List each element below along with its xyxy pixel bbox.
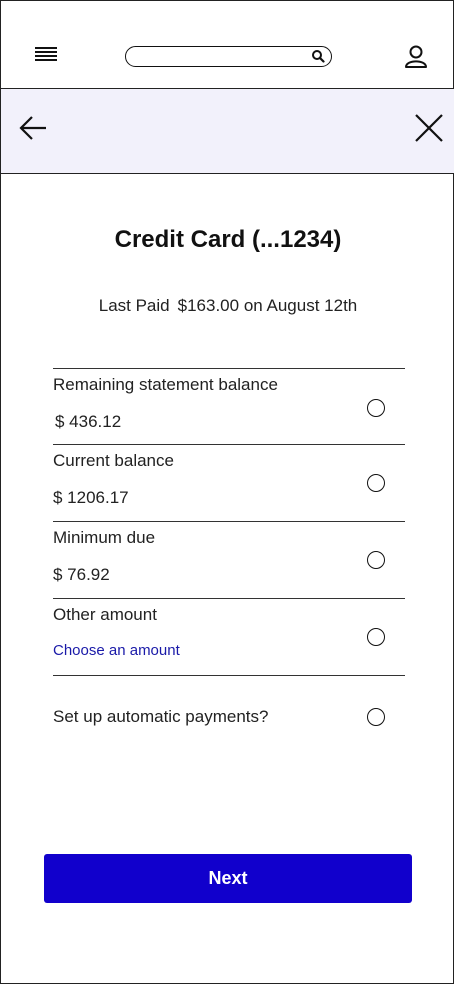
option-value: $ 1206.17	[53, 488, 129, 507]
option-value: $ 76.92	[53, 565, 110, 584]
option-other-amount[interactable]: Other amount Choose an amount	[53, 598, 405, 675]
radio-autopay[interactable]	[367, 708, 385, 726]
last-paid-label: Last Paid	[98, 296, 170, 315]
page-title: Credit Card (...1234)	[114, 226, 342, 253]
last-paid-amount: $163.00	[177, 296, 240, 315]
divider	[53, 675, 405, 676]
option-label: Remaining statement balance	[53, 375, 278, 394]
search-bar[interactable]	[125, 46, 332, 67]
option-value: $ 436.12	[55, 412, 122, 431]
radio-current-balance[interactable]	[367, 474, 385, 492]
app-frame: Credit Card (...1234) Last Paid $163.00 o…	[0, 0, 454, 984]
choose-amount-link[interactable]: Choose an amount	[53, 642, 180, 659]
last-paid-date: on August 12th	[243, 296, 358, 315]
search-icon[interactable]	[311, 49, 325, 63]
autopay-label: Set up automatic payments?	[53, 707, 269, 726]
option-minimum-due[interactable]: Minimum due $ 76.92	[53, 521, 405, 598]
radio-minimum-due[interactable]	[367, 551, 385, 569]
close-icon[interactable]	[413, 112, 445, 144]
sub-header	[1, 89, 454, 174]
top-nav	[1, 1, 454, 89]
hamburger-menu-icon[interactable]	[35, 47, 57, 63]
user-profile-icon[interactable]	[403, 43, 429, 69]
autopay-option[interactable]: Set up automatic payments?	[53, 706, 405, 730]
option-label: Current balance	[53, 451, 174, 470]
search-input[interactable]	[134, 47, 314, 65]
option-remaining-statement-balance[interactable]: Remaining statement balance $ 436.12	[53, 368, 405, 445]
option-current-balance[interactable]: Current balance $ 1206.17	[53, 444, 405, 521]
radio-other-amount[interactable]	[367, 628, 385, 646]
option-label: Other amount	[53, 605, 157, 624]
radio-remaining-statement-balance[interactable]	[367, 399, 385, 417]
last-paid-text: Last Paid $163.00 on August 12th	[1, 296, 454, 316]
option-label: Minimum due	[53, 528, 156, 547]
next-button[interactable]: Next	[44, 854, 412, 903]
back-arrow-icon[interactable]	[18, 113, 48, 143]
